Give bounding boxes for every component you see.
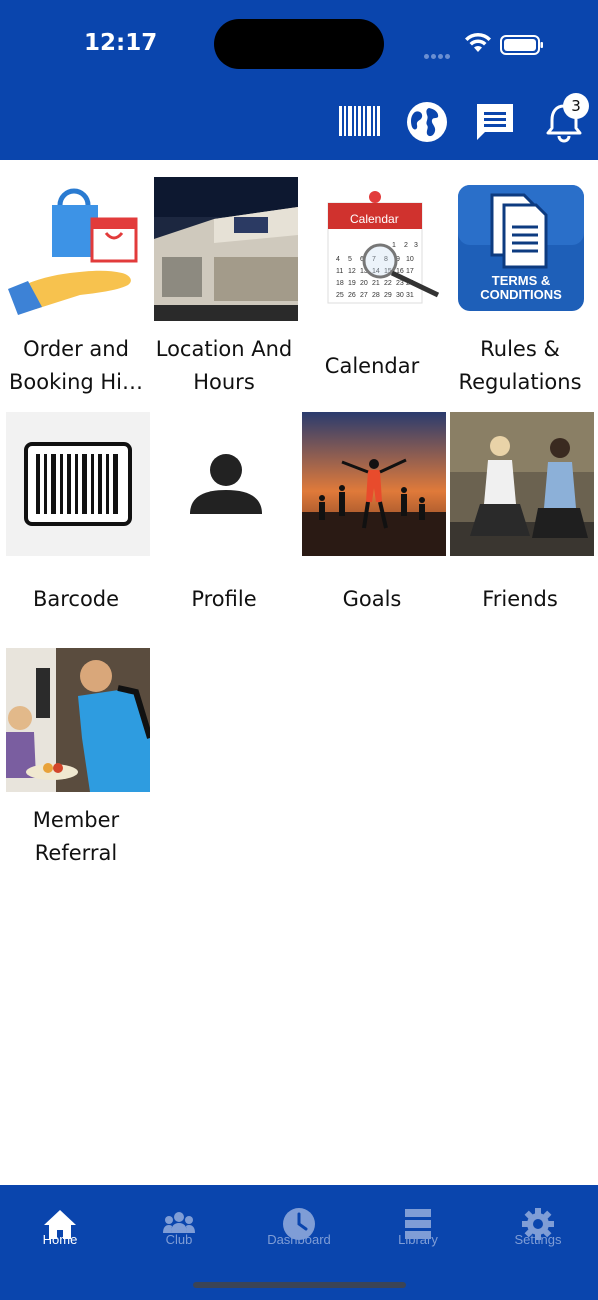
terms-icon: TERMS & CONDITIONS [450,177,594,321]
shopping-bag-hand-icon [6,177,150,321]
svg-text:4: 4 [336,256,340,263]
svg-text:10: 10 [406,256,414,263]
referral-photo [6,648,150,792]
calendar-text: Calendar [350,212,399,226]
runners-photo [302,412,446,556]
tile-label: Profile [191,586,257,611]
dynamic-island [214,19,384,69]
tile-location-hours[interactable]: Location And Hours [150,177,298,411]
tab-settings[interactable]: Settings [478,1185,598,1265]
person-icon [154,412,298,556]
notification-badge: 3 [563,93,589,119]
svg-text:21: 21 [372,280,380,287]
svg-text:28: 28 [372,292,380,299]
tile-calendar[interactable]: Calendar 123 45678910 11121314151617 181… [298,177,446,411]
tile-label: Barcode [32,586,120,611]
svg-text:TERMS &: TERMS & [492,273,551,288]
svg-text:19: 19 [348,280,356,287]
tab-club[interactable]: Club [119,1185,239,1265]
svg-text:30: 30 [396,292,404,299]
globe-icon[interactable] [405,100,449,144]
wifi-icon [465,32,491,52]
tile-order-booking[interactable]: Order and Booking Hi… [2,177,150,411]
tile-goals[interactable]: Goals [298,412,446,632]
svg-text:17: 17 [406,268,414,275]
home-indicator [193,1282,406,1288]
tile-label: Calendar [324,353,420,378]
tile-rules-regulations[interactable]: TERMS & CONDITIONS Rules & Regulations [446,177,594,411]
svg-text:12: 12 [348,268,356,275]
svg-text:2: 2 [404,242,408,249]
tab-label: Dashboard [267,1232,331,1247]
tab-label: Library [398,1232,438,1247]
battery-icon [500,35,543,55]
tile-label: Member Referral [32,808,120,865]
svg-text:23: 23 [396,280,404,287]
app-header: 12:17 3 [0,0,598,160]
building-photo [154,177,298,321]
svg-text:29: 29 [384,292,392,299]
barcode-icon[interactable] [338,106,382,136]
svg-text:3: 3 [414,242,418,249]
svg-text:11: 11 [336,268,343,275]
barcode-icon [6,412,150,556]
tile-friends[interactable]: Friends [446,412,594,632]
tab-label: Club [165,1232,193,1247]
tab-dashboard[interactable]: Dashboard [239,1185,359,1265]
tab-library[interactable]: Library [358,1185,478,1265]
svg-text:26: 26 [348,292,356,299]
signal-icon [424,46,452,64]
tile-barcode[interactable]: Barcode [2,412,150,632]
tile-member-referral[interactable]: Member Referral [2,648,150,882]
svg-text:18: 18 [336,280,344,287]
tab-label: Settings [514,1232,562,1247]
svg-text:25: 25 [336,292,344,299]
svg-text:5: 5 [348,256,352,263]
svg-text:31: 31 [406,292,414,299]
svg-text:20: 20 [360,280,368,287]
tile-label: Rules & Regulations [458,337,582,394]
status-time: 12:17 [84,30,158,56]
svg-text:22: 22 [384,280,392,287]
svg-text:CONDITIONS: CONDITIONS [480,287,562,302]
chat-icon[interactable] [473,100,517,144]
calendar-icon: Calendar 123 45678910 11121314151617 181… [302,177,446,321]
gym-friends-photo [450,412,594,556]
tile-label: Friends [482,586,558,611]
svg-text:27: 27 [360,292,368,299]
tile-label: Order and Booking Hi… [8,337,144,394]
svg-text:1: 1 [392,242,396,249]
tab-label: Home [42,1232,78,1247]
tile-label: Location And Hours [155,337,293,394]
tile-profile[interactable]: Profile [150,412,298,632]
tab-home[interactable]: Home [0,1185,120,1265]
tile-label: Goals [342,586,402,611]
